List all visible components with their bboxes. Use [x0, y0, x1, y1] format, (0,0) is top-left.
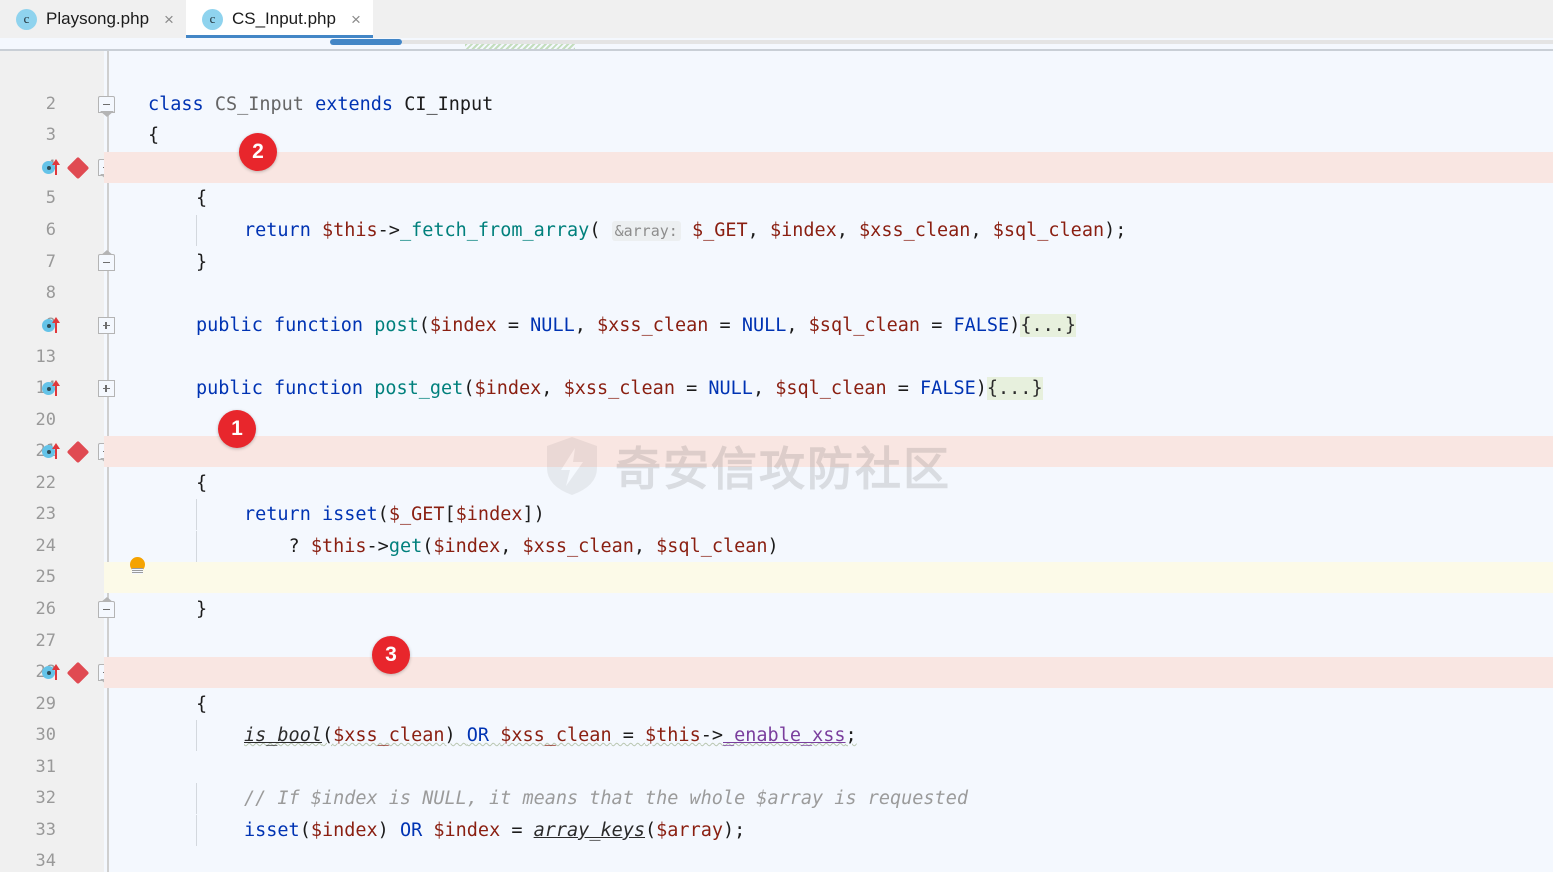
line-number: 33	[35, 820, 56, 840]
editor-tab-1[interactable]: c Playsong.php ×	[0, 0, 186, 38]
line-number: 26	[35, 599, 56, 619]
line-number: 13	[35, 347, 56, 367]
close-icon[interactable]: ×	[351, 11, 361, 28]
line-number: 27	[35, 631, 56, 651]
line-number: 25	[35, 567, 56, 587]
line-number: 8	[45, 283, 56, 303]
code-line-row[interactable]	[104, 657, 1553, 689]
override-method-icon[interactable]	[42, 380, 63, 397]
code-line-row[interactable]	[104, 783, 1553, 814]
code-line-row[interactable]	[104, 310, 1553, 341]
gutter-markers	[42, 310, 63, 341]
line-number: 20	[35, 410, 56, 430]
line-number: 31	[35, 757, 56, 777]
code-line-row[interactable]	[104, 342, 1553, 373]
gutter-markers	[42, 657, 90, 688]
override-method-icon[interactable]	[42, 317, 63, 334]
line-number: 3	[45, 125, 56, 145]
code-editor[interactable]: 2345678913142021222324252627282930313233…	[0, 38, 1553, 872]
override-method-icon[interactable]	[42, 443, 63, 460]
gutter-markers	[42, 436, 90, 467]
line-number-gutter[interactable]: 2345678913142021222324252627282930313233…	[0, 51, 104, 872]
line-number: 5	[45, 188, 56, 208]
code-line-row[interactable]	[104, 247, 1553, 278]
code-line-row[interactable]	[104, 594, 1553, 625]
gutter-markers	[42, 152, 90, 183]
line-number: 29	[35, 694, 56, 714]
code-line-row[interactable]	[104, 405, 1553, 436]
line-number: 2	[45, 94, 56, 114]
bookmark-diamond-icon[interactable]	[66, 661, 90, 685]
editor-window: cPlaysong.php×cCS_Input.php× 23456789131…	[0, 0, 1553, 872]
code-line-row[interactable]	[104, 626, 1553, 657]
code-line-row[interactable]	[104, 720, 1553, 751]
line-number: 6	[45, 220, 56, 240]
line-number: 23	[35, 504, 56, 524]
horizontal-scrollbar-thumb[interactable]	[330, 39, 402, 45]
line-number: 7	[45, 252, 56, 272]
line-number: 32	[35, 788, 56, 808]
code-line-row[interactable]	[104, 215, 1553, 246]
code-line-row[interactable]	[104, 183, 1553, 214]
code-line-row[interactable]	[104, 752, 1553, 783]
editor-tab-bar: c Playsong.php × c CS_Input.php ×	[0, 0, 1553, 39]
intention-bulb-icon[interactable]	[126, 549, 148, 580]
php-class-icon: c	[201, 8, 223, 30]
php-class-icon: c	[16, 8, 37, 30]
editor-tab-label: Playsong.php	[46, 9, 150, 28]
code-line-row[interactable]	[104, 278, 1553, 309]
line-number: 22	[35, 473, 56, 493]
code-line-row[interactable]	[104, 499, 1553, 530]
editor-tab-label: CS_Input.php	[231, 9, 336, 28]
bookmark-diamond-icon[interactable]	[66, 440, 90, 464]
editor-tab-2[interactable]: c CS_Input.php ×	[185, 0, 373, 38]
annotation-badge-3: 3	[372, 636, 410, 674]
code-line-row[interactable]	[104, 815, 1553, 846]
gutter-markers	[42, 373, 63, 404]
line-number: 30	[35, 725, 56, 745]
code-line-row[interactable]	[104, 846, 1553, 872]
code-line-row[interactable]	[104, 531, 1553, 562]
override-method-icon[interactable]	[42, 664, 63, 681]
annotation-badge-1: 1	[218, 410, 256, 448]
code-line-row[interactable]	[104, 562, 1553, 594]
override-method-icon[interactable]	[42, 159, 63, 176]
code-line-row[interactable]	[104, 373, 1553, 404]
line-number: 24	[35, 536, 56, 556]
code-line-row[interactable]	[104, 152, 1553, 184]
annotation-badge-2: 2	[239, 133, 277, 171]
code-line-row[interactable]	[104, 468, 1553, 499]
bookmark-diamond-icon[interactable]	[66, 156, 90, 180]
code-line-row[interactable]	[104, 89, 1553, 120]
line-number: 34	[35, 851, 56, 871]
editor-top-strip	[0, 38, 1553, 51]
code-line-row[interactable]	[104, 120, 1553, 151]
close-icon[interactable]: ×	[164, 11, 174, 28]
code-line-row[interactable]	[104, 689, 1553, 720]
code-line-row[interactable]	[104, 436, 1553, 468]
